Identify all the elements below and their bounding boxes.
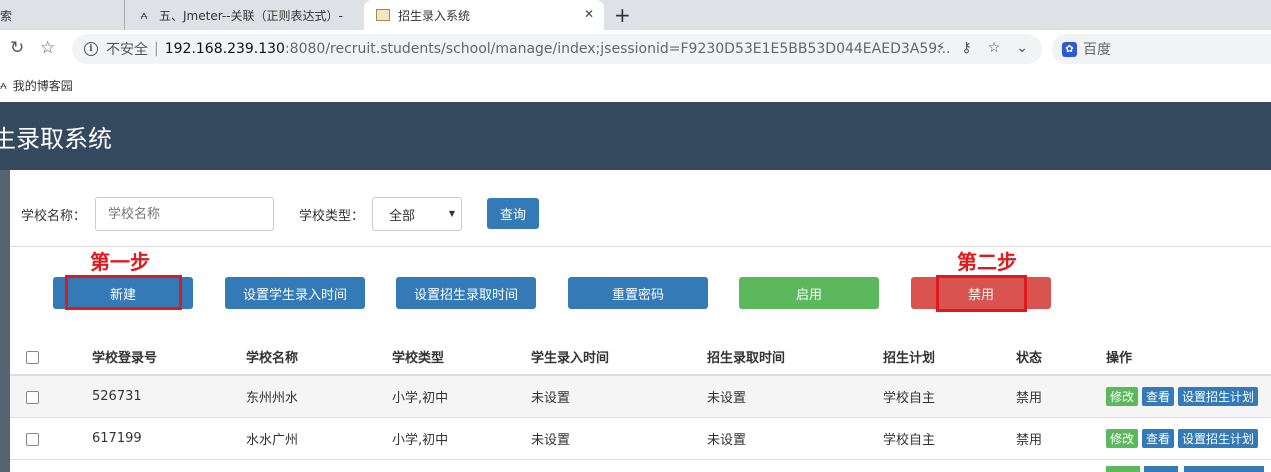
step2-annotation: 第二步 xyxy=(957,250,1017,274)
left-sidebar-strip xyxy=(0,170,10,472)
student-time-cell: 未设置 xyxy=(531,391,571,406)
reload-icon[interactable]: ↻ xyxy=(10,38,24,58)
step1-annotation: 第一步 xyxy=(90,250,150,274)
column-header: 招生录取时间 xyxy=(707,351,786,366)
browser-tab-strip: 索 ⩜ 五、Jmeter--关联（正则表达式）- 招生录入系统 ✕ + xyxy=(0,0,1271,30)
school-name-cell: 东州州水 xyxy=(246,391,299,406)
browser-tab-active[interactable]: 招生录入系统 ✕ xyxy=(364,0,604,30)
set-student-time-button[interactable]: 设置学生录入时间 xyxy=(225,277,365,309)
search-engine-box[interactable]: ✿ 百度 xyxy=(1052,34,1271,64)
view-button[interactable]: 查看 xyxy=(1142,429,1175,448)
school-name-input[interactable] xyxy=(95,197,274,231)
row-actions: 修改 查看 设置招生计划 xyxy=(1106,418,1262,459)
query-button[interactable]: 查询 xyxy=(487,198,539,229)
reset-password-button[interactable]: 重置密码 xyxy=(568,277,708,309)
table-header: 学校登录号 学校名称 学校类型 学生录入时间 招生录取时间 招生计划 状态 操作 xyxy=(10,339,1271,376)
school-login-cell: 526731 xyxy=(92,389,142,404)
school-name-label: 学校名称： xyxy=(21,209,87,224)
select-all-checkbox[interactable] xyxy=(26,350,39,364)
browser-tab[interactable]: 索 xyxy=(0,0,124,30)
column-header: 学生录入时间 xyxy=(531,351,610,366)
caret-down-icon: ▼ xyxy=(448,209,455,218)
bookmark-star-icon[interactable]: ☆ xyxy=(40,38,55,58)
student-time-cell: 未设置 xyxy=(531,433,571,448)
plan-cell: 学校自主 xyxy=(883,433,936,448)
status-cell: 禁用 xyxy=(1016,433,1043,448)
set-plan-button[interactable]: 设置招生计划 xyxy=(1178,387,1259,406)
security-label: 不安全 xyxy=(106,42,148,58)
column-header: 招生计划 xyxy=(883,351,936,366)
school-type-cell: 小学,初中 xyxy=(392,391,449,406)
url-host: 192.168.239.130 xyxy=(164,41,285,57)
baidu-icon: ✿ xyxy=(1062,41,1077,57)
blog-favicon-icon: ⩜ xyxy=(140,7,148,22)
set-plan-button[interactable]: 设置招生计划 xyxy=(1178,429,1259,448)
column-header: 学校名称 xyxy=(246,351,299,366)
info-icon[interactable]: i xyxy=(84,42,98,56)
browser-toolbar: ↻ ☆ i 不安全 | 192.168.239.130:8080/recruit… xyxy=(0,30,1271,68)
column-header: 学校登录号 xyxy=(92,351,158,366)
column-header: 操作 xyxy=(1106,351,1133,366)
chevron-down-icon[interactable]: ⌄ xyxy=(1016,40,1028,56)
set-plan-button-partial[interactable] xyxy=(1184,466,1264,472)
admission-time-cell: 未设置 xyxy=(707,391,747,406)
bookmarks-bar: ⩜ 我的博客园 xyxy=(0,68,1271,102)
key-icon[interactable]: ⚷ xyxy=(961,40,971,56)
search-form: 学校名称： 学校类型： 全部 ▼ 查询 xyxy=(10,170,1271,247)
close-tab-icon[interactable]: ✕ xyxy=(584,7,594,21)
enable-button[interactable]: 启用 xyxy=(739,277,879,309)
school-login-cell: 617199 xyxy=(92,431,142,446)
row-checkbox[interactable] xyxy=(26,390,39,404)
column-header: 学校类型 xyxy=(392,351,445,366)
bookmark-item[interactable]: 我的博客园 xyxy=(13,77,73,94)
edit-button[interactable]: 修改 xyxy=(1106,429,1139,448)
plan-cell: 学校自主 xyxy=(883,391,936,406)
blog-bookmark-icon: ⩜ xyxy=(0,77,7,92)
step2-highlight-box xyxy=(936,275,1027,312)
status-cell: 禁用 xyxy=(1016,391,1043,406)
table-row: 526731 东州州水 小学,初中 未设置 未设置 学校自主 禁用 修改 查看 … xyxy=(10,376,1271,418)
url-path: :8080/recruit.students/school/manage/ind… xyxy=(284,41,951,57)
divider: | xyxy=(154,41,159,57)
set-admission-time-button[interactable]: 设置招生录取时间 xyxy=(396,277,536,309)
edit-button[interactable]: 修改 xyxy=(1106,387,1139,406)
school-type-value: 全部 xyxy=(389,208,416,224)
view-button-partial[interactable] xyxy=(1144,466,1178,472)
column-header: 状态 xyxy=(1016,351,1043,366)
lightning-icon[interactable]: ⚡ xyxy=(936,40,946,56)
row-checkbox[interactable] xyxy=(26,432,39,446)
address-bar[interactable]: i 不安全 | 192.168.239.130:8080/recruit.stu… xyxy=(72,34,1042,64)
school-type-select[interactable]: 全部 ▼ xyxy=(372,197,462,231)
new-tab-icon[interactable]: + xyxy=(614,3,631,27)
browser-tab[interactable]: ⩜ 五、Jmeter--关联（正则表达式）- xyxy=(124,0,364,30)
row-actions: 修改 查看 设置招生计划 xyxy=(1106,376,1262,417)
omnibox-icons: ⚡ ⚷ ☆ ⌄ xyxy=(936,40,1028,56)
tab-title: 招生录入系统 xyxy=(398,8,471,23)
page-favicon-icon xyxy=(376,9,390,21)
edit-button-partial[interactable] xyxy=(1106,466,1140,472)
app-header: 生录取系统 xyxy=(0,102,1271,170)
search-engine-label: 百度 xyxy=(1083,42,1111,58)
school-type-cell: 小学,初中 xyxy=(392,433,449,448)
view-button[interactable]: 查看 xyxy=(1142,387,1175,406)
school-name-cell: 水水广州 xyxy=(246,433,299,448)
tab-title: 索 xyxy=(0,8,13,23)
step1-highlight-box xyxy=(65,275,182,310)
star-icon[interactable]: ☆ xyxy=(988,40,1001,56)
table-row: 617199 水水广州 小学,初中 未设置 未设置 学校自主 禁用 修改 查看 … xyxy=(10,418,1271,460)
tab-title: 五、Jmeter--关联（正则表达式）- xyxy=(159,8,343,23)
school-type-label: 学校类型： xyxy=(299,209,365,224)
app-title: 生录取系统 xyxy=(0,124,112,153)
admission-time-cell: 未设置 xyxy=(707,433,747,448)
